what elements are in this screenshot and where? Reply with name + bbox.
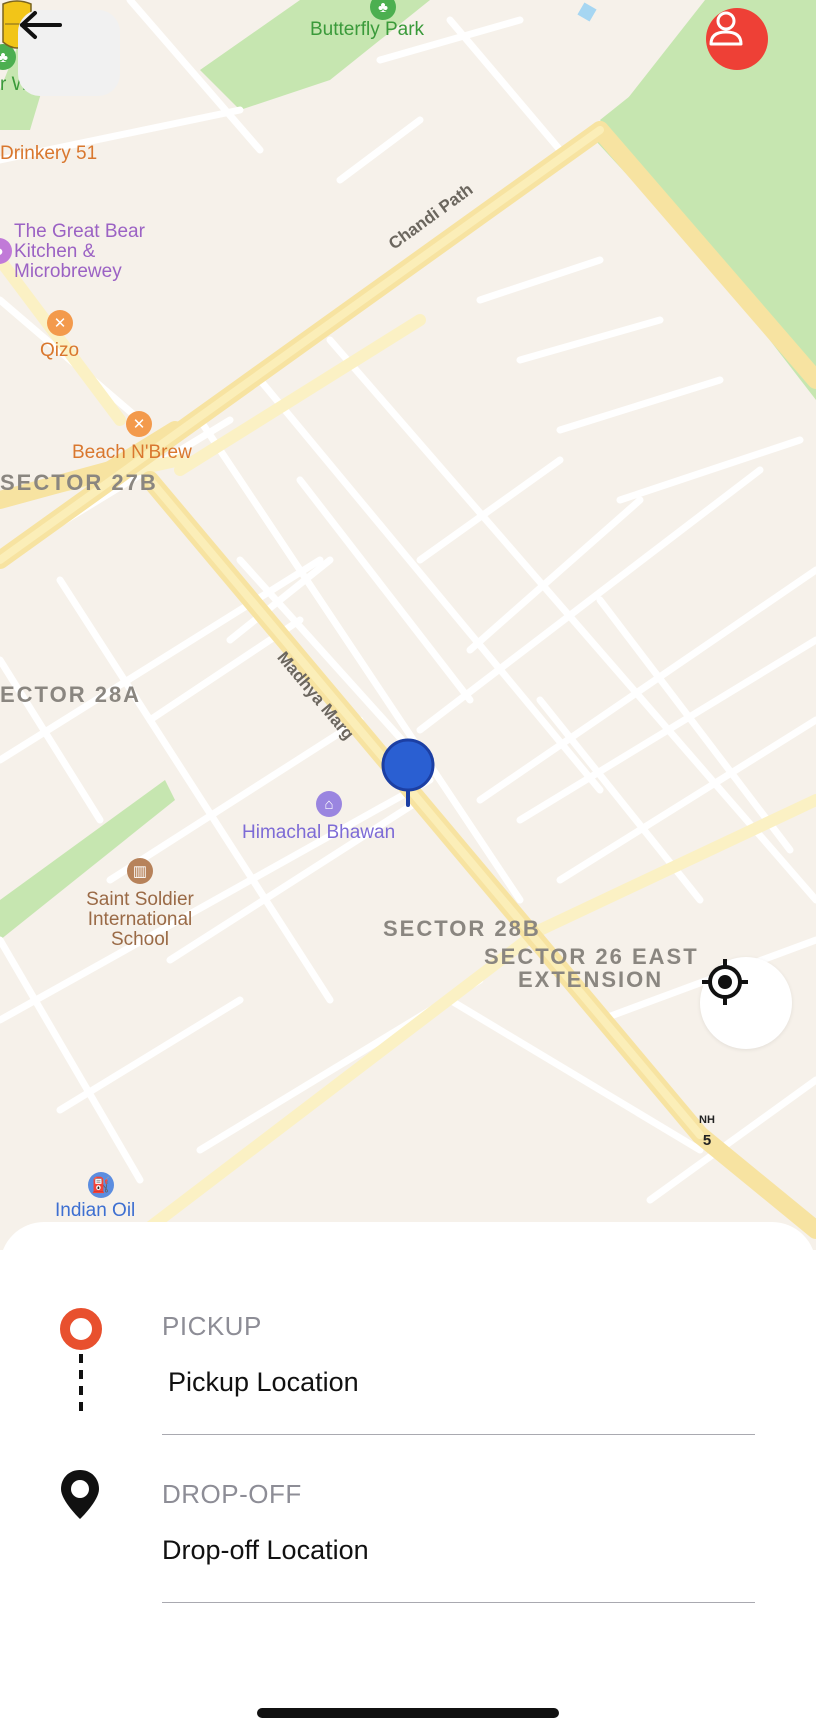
map-view[interactable]: SECTOR 27B ECTOR 28A SECTOR 28B SECTOR 2… [0, 0, 816, 1250]
poi-drinkery-51[interactable]: Drinkery 51 [0, 143, 97, 165]
poi-qizo[interactable]: Qizo [40, 340, 79, 362]
restaurant-icon: ✕ [47, 310, 73, 336]
poi-great-bear-line3[interactable]: Microbrewey [14, 262, 122, 282]
recenter-button[interactable] [700, 957, 792, 1049]
back-arrow-icon [20, 11, 62, 39]
restaurant-icon: ✕ [126, 411, 152, 437]
home-indicator[interactable] [257, 1708, 559, 1718]
area-label-extension: EXTENSION [518, 967, 664, 992]
poi-saint-soldier-line1[interactable]: Saint Soldier [70, 890, 210, 910]
highway-shield-top: NH [699, 1114, 715, 1126]
poi-saint-soldier-line2[interactable]: International [70, 910, 210, 930]
route-connector [60, 1308, 102, 1418]
area-label-sector-27b: SECTOR 27B [0, 470, 158, 495]
poi-great-bear-line1[interactable]: The Great Bear [14, 222, 145, 242]
poi-butterfly-park[interactable]: Butterfly Park [310, 19, 424, 41]
dropoff-location-field[interactable]: Drop-off Location [162, 1535, 369, 1566]
dropoff-marker-icon [61, 1470, 99, 1519]
school-icon: ▥ [127, 858, 153, 884]
area-label-sector-28b: SECTOR 28B [383, 916, 541, 941]
dropoff-divider [162, 1602, 755, 1603]
fuel-icon: ⛽ [88, 1172, 114, 1198]
hotel-icon: ⌂ [316, 791, 342, 817]
poi-himachal-bhawan[interactable]: Himachal Bhawan [242, 822, 395, 844]
dropoff-title: DROP-OFF [162, 1479, 302, 1509]
area-label-sector-28a: ECTOR 28A [0, 682, 142, 707]
pickup-divider [162, 1434, 755, 1435]
pickup-location-field[interactable]: Pickup Location [168, 1367, 359, 1398]
poi-beach-n-brew[interactable]: Beach N'Brew [72, 442, 192, 464]
user-icon [709, 11, 743, 46]
crosshair-icon [702, 959, 748, 1005]
location-sheet: PICKUP Pickup Location DROP-OFF Drop-off… [0, 1222, 816, 1735]
area-label-sector-26-east: SECTOR 26 EAST [484, 944, 699, 969]
pickup-title: PICKUP [162, 1311, 262, 1341]
profile-button[interactable] [706, 8, 768, 70]
location-pin-icon[interactable] [380, 738, 436, 808]
poi-great-bear-line2[interactable]: Kitchen & [14, 242, 95, 262]
highway-shield-number: 5 [702, 1132, 712, 1149]
poi-indian-oil[interactable]: Indian Oil [55, 1200, 135, 1222]
back-button[interactable] [18, 10, 120, 96]
poi-saint-soldier-line3[interactable]: School [70, 930, 210, 950]
map-roads [0, 0, 816, 1250]
